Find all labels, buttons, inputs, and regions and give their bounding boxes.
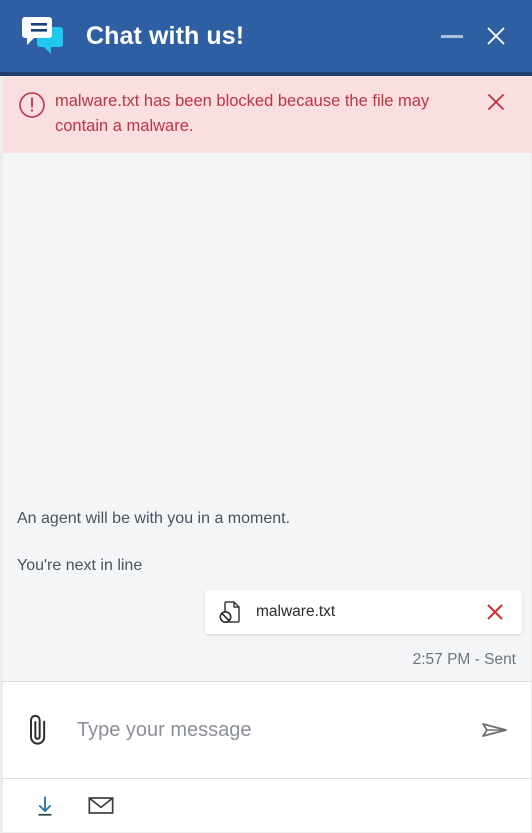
message-input[interactable] [77, 718, 471, 742]
envelope-icon [88, 797, 114, 814]
attachment-row: malware.txt [17, 590, 522, 634]
close-icon [487, 27, 505, 45]
paperclip-icon [30, 714, 46, 745]
download-icon [38, 796, 52, 816]
close-icon [487, 604, 503, 620]
chat-widget-window: Chat with us! malware.txt has been block… [0, 0, 532, 833]
list-item: An agent will be with you in a moment. [17, 510, 291, 527]
exclamation-circle-icon [17, 90, 47, 120]
chat-bubbles-icon [16, 13, 68, 59]
title-bar: Chat with us! [0, 0, 532, 76]
message-composer [0, 681, 532, 778]
page-title: Chat with us! [86, 21, 245, 50]
footer-toolbar [0, 778, 532, 833]
alert-message: malware.txt has been blocked because the… [55, 92, 430, 135]
close-icon [487, 93, 505, 111]
malware-alert-banner: malware.txt has been blocked because the… [0, 76, 532, 153]
minimize-icon [441, 34, 463, 38]
list-item: You're next in line [17, 557, 143, 574]
message-status: 2:57 PM - Sent [412, 651, 516, 668]
send-plane-icon [482, 723, 507, 737]
close-button[interactable] [474, 14, 518, 58]
alert-close-button[interactable] [479, 90, 513, 122]
attachment-card[interactable]: malware.txt [205, 590, 522, 634]
remove-attachment-button[interactable] [482, 599, 508, 625]
attach-file-button[interactable] [19, 707, 59, 753]
blocked-document-icon [217, 599, 243, 625]
chat-message-list: An agent will be with you in a moment. Y… [0, 153, 532, 681]
attachment-filename: malware.txt [256, 603, 336, 620]
send-button[interactable] [471, 707, 517, 753]
email-transcript-button[interactable] [81, 786, 121, 826]
download-transcript-button[interactable] [25, 786, 65, 826]
minimize-button[interactable] [430, 14, 474, 58]
